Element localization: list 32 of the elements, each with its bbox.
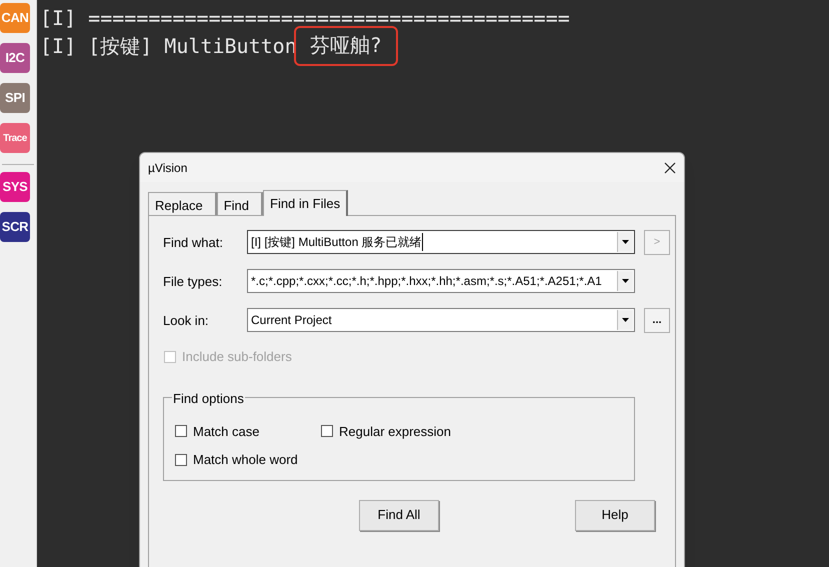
checkbox[interactable]	[175, 425, 187, 438]
caret-icon	[622, 279, 629, 283]
field-label: File types:	[163, 273, 224, 292]
dialog-button[interactable]: Find All	[359, 500, 439, 530]
channel-badge[interactable]: SYS	[0, 172, 30, 202]
combo-box[interactable]: *.c;*.cpp;*.cxx;*.cc;*.h;*.hpp;*.hxx;*.hh;*.asm;*.s;*.A51;*.A251;*.A1	[247, 269, 635, 293]
caret-icon	[622, 240, 629, 244]
checkbox-label: Match case	[193, 422, 260, 440]
combo-box[interactable]: Current Project	[247, 308, 635, 332]
dropdown-button[interactable]	[617, 310, 633, 330]
channel-badge[interactable]: I2C	[0, 43, 30, 73]
combo-box[interactable]: [I] [按键] MultiButton 服务已就绪	[247, 230, 635, 254]
dropdown-button[interactable]	[617, 271, 633, 291]
checkbox[interactable]	[175, 454, 187, 466]
channel-badge[interactable]: SPI	[0, 83, 30, 113]
checkbox-label: Match whole word	[193, 451, 298, 469]
side-button[interactable]: ...	[644, 308, 670, 332]
checkbox[interactable]	[321, 425, 333, 438]
dialog-button[interactable]: Help	[575, 500, 655, 530]
tab[interactable]: Find in Files	[263, 190, 348, 216]
field-label: Find what:	[163, 234, 224, 252]
channel-badge[interactable]: SCR	[0, 212, 30, 242]
tab[interactable]: Find	[216, 192, 263, 215]
caret-icon	[622, 318, 629, 322]
checkbox-label: Include sub-folders	[182, 348, 292, 366]
checkbox-label: Regular expression	[339, 422, 452, 441]
dropdown-button[interactable]	[617, 232, 633, 252]
tab[interactable]: Replace	[148, 192, 217, 215]
close-icon[interactable]	[664, 162, 676, 174]
field-label: Look in:	[163, 312, 210, 330]
highlighted-text: 芬哑舳?	[294, 26, 398, 66]
window-title: µVision	[148, 160, 188, 176]
